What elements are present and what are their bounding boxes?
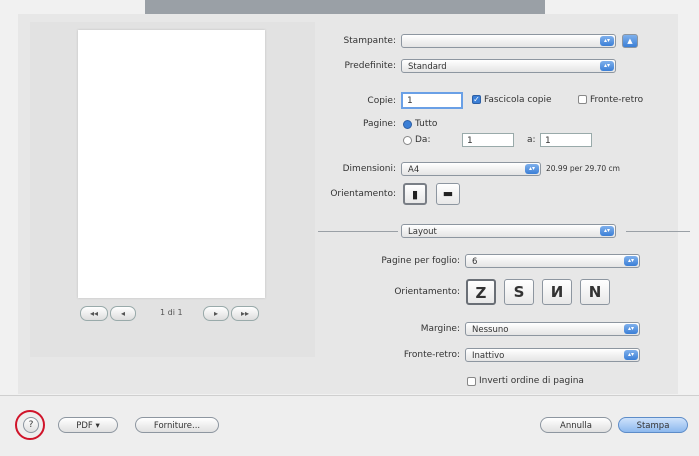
- updown-arrows-icon: ▴▾: [600, 61, 614, 71]
- landscape-icon[interactable]: ▬: [436, 183, 460, 205]
- updown-arrows-icon: ▴▾: [525, 164, 539, 174]
- print-button[interactable]: Stampa: [618, 417, 688, 433]
- presets-value: Standard: [408, 62, 447, 72]
- cancel-button[interactable]: Annulla: [540, 417, 612, 433]
- presets-select[interactable]: Standard ▴▾: [401, 59, 616, 73]
- pages-per-sheet-label: Pagine per foglio:: [381, 256, 460, 266]
- supplies-button[interactable]: Forniture...: [135, 417, 219, 433]
- updown-arrows-icon: ▴▾: [624, 324, 638, 334]
- border-value: Nessuno: [472, 325, 509, 335]
- border-label: Margine:: [420, 324, 460, 334]
- paper-size-value: A4: [408, 165, 420, 175]
- pages-label: Pagine:: [362, 119, 396, 129]
- layout-n-icon[interactable]: N: [580, 279, 610, 305]
- printer-select[interactable]: ▴▾: [401, 34, 616, 48]
- layout-s-icon[interactable]: S: [504, 279, 534, 305]
- help-icon[interactable]: ?: [23, 417, 39, 433]
- orientation-label: Orientamento:: [330, 189, 396, 199]
- layout-z-icon[interactable]: Z: [466, 279, 496, 305]
- updown-arrows-icon: ▴▾: [624, 350, 638, 360]
- portrait-icon[interactable]: ▮: [403, 183, 427, 205]
- pages-range-radio[interactable]: [403, 136, 412, 145]
- reverse-order-checkbox[interactable]: [467, 377, 476, 386]
- duplex-label: Fronte-retro: [590, 95, 644, 105]
- last-page-button[interactable]: ▸▸: [231, 306, 259, 321]
- next-page-button[interactable]: ▸: [203, 306, 229, 321]
- layout-reverse-n-icon[interactable]: И: [542, 279, 572, 305]
- prev-page-button[interactable]: ◂: [110, 306, 136, 321]
- duplex-checkbox[interactable]: [578, 95, 587, 104]
- copies-input[interactable]: 1: [401, 92, 463, 109]
- expand-icon[interactable]: ▲: [622, 34, 638, 48]
- pages-to-label: a:: [527, 135, 536, 145]
- pages-to-input[interactable]: 1: [540, 133, 592, 147]
- pages-all-radio[interactable]: [403, 120, 412, 129]
- pdf-menu-button[interactable]: PDF ▾: [58, 417, 118, 433]
- two-sided-select[interactable]: Inattivo ▴▾: [465, 348, 640, 362]
- two-sided-value: Inattivo: [472, 351, 505, 361]
- paper-size-select[interactable]: A4 ▴▾: [401, 162, 541, 176]
- section-select[interactable]: Layout ▴▾: [401, 224, 616, 238]
- page-counter: 1 di 1: [160, 308, 183, 317]
- divider: [318, 231, 398, 232]
- print-dialog: ◂◂ ◂ 1 di 1 ▸ ▸▸ Stampante: ▴▾ ▲ Predefi…: [0, 0, 699, 456]
- layout-direction-label: Orientamento:: [394, 287, 460, 297]
- updown-arrows-icon: ▴▾: [600, 226, 614, 236]
- preview-page: [78, 30, 265, 298]
- paper-size-dimensions: 20.99 per 29.70 cm: [546, 164, 620, 173]
- divider: [626, 231, 690, 232]
- updown-arrows-icon: ▴▾: [624, 256, 638, 266]
- presets-label: Predefinite:: [344, 61, 396, 71]
- reverse-order-label: Inverti ordine di pagina: [479, 376, 584, 386]
- window-title-strip: [145, 0, 545, 14]
- pages-from-label: Da:: [415, 135, 431, 145]
- two-sided-label: Fronte-retro:: [403, 350, 460, 360]
- pages-from-input[interactable]: 1: [462, 133, 514, 147]
- collate-label: Fascicola copie: [484, 95, 552, 105]
- updown-arrows-icon: ▴▾: [600, 36, 614, 46]
- section-value: Layout: [408, 227, 437, 237]
- pages-per-sheet-select[interactable]: 6 ▴▾: [465, 254, 640, 268]
- collate-checkbox[interactable]: ✓: [472, 95, 481, 104]
- copies-label: Copie:: [367, 96, 396, 106]
- pages-per-sheet-value: 6: [472, 257, 478, 267]
- printer-label: Stampante:: [343, 36, 396, 46]
- border-select[interactable]: Nessuno ▴▾: [465, 322, 640, 336]
- paper-size-label: Dimensioni:: [342, 164, 396, 174]
- pages-all-label: Tutto: [415, 119, 438, 129]
- first-page-button[interactable]: ◂◂: [80, 306, 108, 321]
